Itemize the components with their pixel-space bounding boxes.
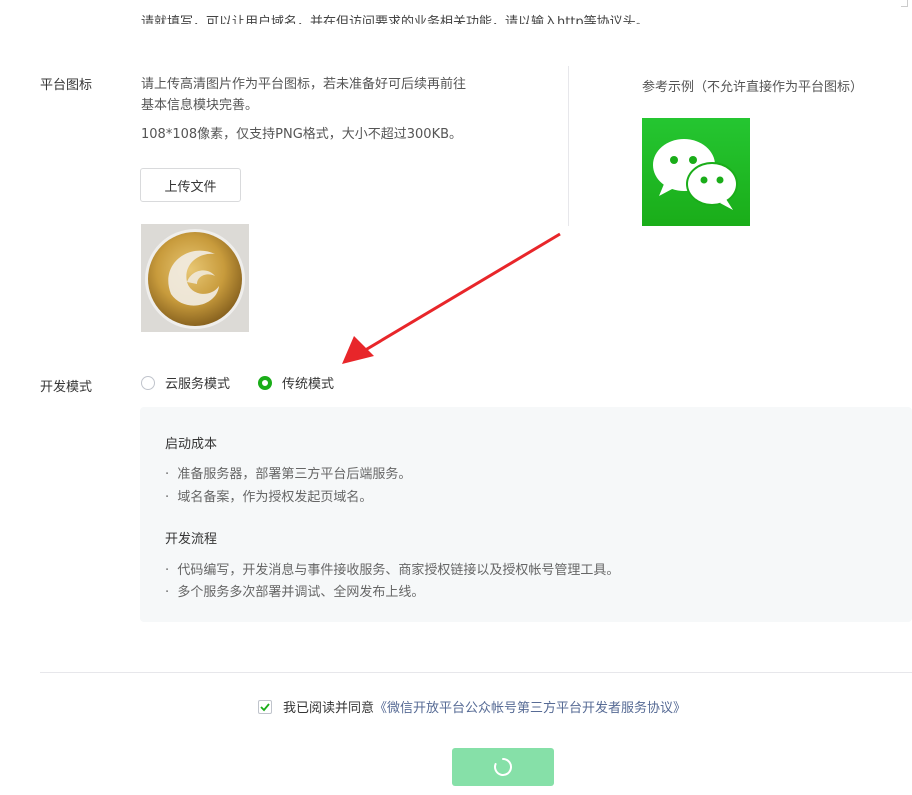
reference-example-label: 参考示例（不允许直接作为平台图标） — [642, 80, 864, 95]
radio-traditional[interactable]: 传统模式 — [258, 373, 334, 392]
radio-cloud-service[interactable]: 云服务模式 — [141, 373, 230, 392]
bullet: · — [165, 490, 178, 505]
wechat-logo-icon — [642, 118, 750, 226]
truncated-description: 请就填写，可以让用户域名，并在但访问要求的业务相关功能，请以输入http等协议头… — [141, 15, 649, 24]
agreement-checkbox[interactable] — [258, 699, 272, 714]
dev-mode-label: 开发模式 — [40, 380, 93, 395]
agreement-text: 我已阅读并同意 — [283, 701, 375, 716]
loading-spinner-icon — [494, 758, 512, 776]
platform-icon-label: 平台图标 — [40, 78, 93, 93]
agreement-link[interactable]: 《微信开放平台公众帐号第三方平台开发者服务协议》 — [374, 697, 686, 716]
cost-item: · 准备服务器，部署第三方平台后端服务。 — [165, 467, 412, 482]
bullet: · — [165, 563, 178, 578]
checkmark-icon — [260, 702, 270, 711]
flow-item: · 代码编写，开发消息与事件接收服务、商家授权链接以及授权帐号管理工具。 — [165, 563, 620, 578]
red-arrow-annotation — [342, 232, 561, 364]
bullet: · — [165, 585, 178, 600]
bullet: · — [165, 467, 178, 482]
scrollbar-corner — [901, 0, 908, 7]
section-divider — [40, 672, 912, 673]
upload-file-button[interactable]: 上传文件 — [140, 168, 241, 202]
column-divider — [568, 66, 569, 226]
flow-title: 开发流程 — [165, 532, 218, 547]
radio-traditional-label: 传统模式 — [282, 377, 335, 392]
radio-unchecked-icon — [141, 375, 155, 390]
cost-item: · 域名备案，作为授权发起页域名。 — [165, 490, 373, 505]
platform-icon-desc-1: 请上传高清图片作为平台图标，若未准备好可后续再前往 — [141, 77, 467, 92]
submit-button[interactable] — [452, 748, 554, 786]
radio-checked-icon — [258, 375, 273, 390]
platform-icon-desc-2: 基本信息模块完善。 — [141, 98, 259, 113]
radio-cloud-label: 云服务模式 — [165, 377, 231, 392]
flow-item: · 多个服务多次部署并调试、全网发布上线。 — [165, 585, 425, 600]
cost-title: 启动成本 — [165, 437, 218, 452]
uploaded-icon-preview — [141, 224, 249, 332]
platform-icon-spec: 108*108像素，仅支持PNG格式，大小不超过300KB。 — [141, 127, 463, 142]
agreement-row: 我已阅读并同意 《微信开放平台公众帐号第三方平台开发者服务协议》 — [258, 697, 686, 716]
dev-mode-radio-group: 云服务模式 传统模式 — [141, 373, 362, 392]
